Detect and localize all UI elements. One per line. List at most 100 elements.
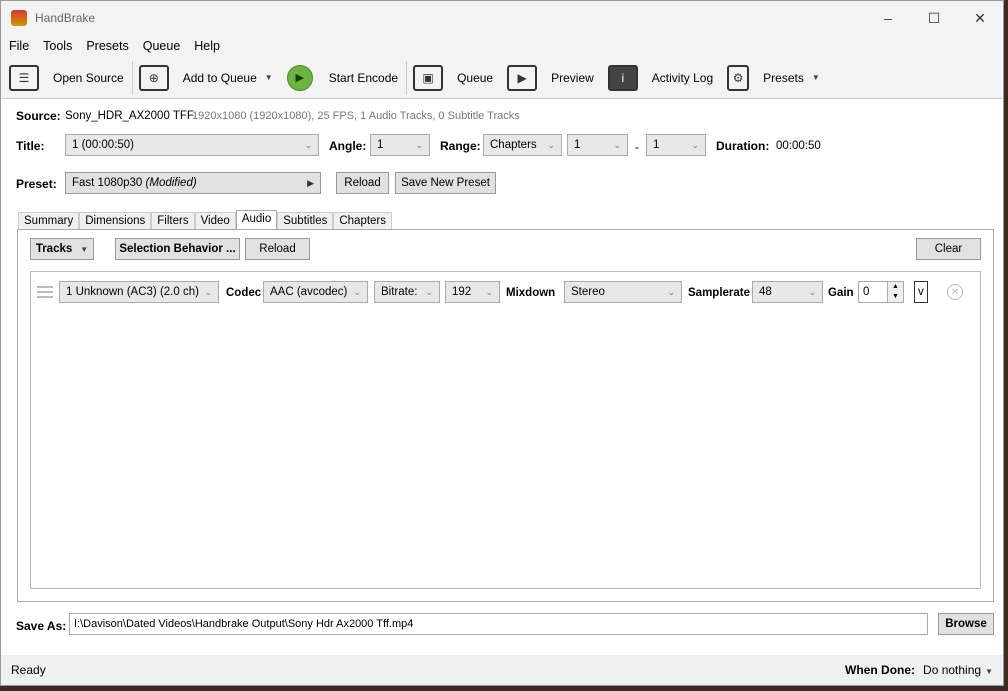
- toolbar: ☰ Open Source ⊕ Add to Queue ▼ ▶ Start Encod…: [1, 57, 1003, 99]
- when-done-select[interactable]: Do nothing ▼: [923, 663, 993, 677]
- menu-tools[interactable]: Tools: [43, 39, 72, 53]
- range-type-value: Chapters: [490, 139, 537, 151]
- open-source-label: Open Source: [53, 70, 124, 85]
- samplerate-label: Samplerate: [688, 287, 751, 299]
- chevron-down-icon: ⌄: [425, 286, 433, 297]
- when-done-label: When Done:: [845, 663, 916, 677]
- tab-chapters[interactable]: Chapters: [333, 212, 393, 230]
- toolbar-divider: [406, 60, 408, 95]
- angle-label: Angle:: [329, 139, 367, 153]
- preset-value: Fast 1080p30: [72, 177, 143, 189]
- start-encode-label: Start Encode: [328, 70, 399, 85]
- chevron-down-icon: ⌄: [353, 286, 361, 297]
- selection-behavior-button[interactable]: Selection Behavior ...: [115, 238, 240, 260]
- angle-select[interactable]: 1 ⌄: [370, 134, 430, 156]
- range-start-select[interactable]: 1 ⌄: [567, 134, 628, 156]
- title-select[interactable]: 1 (00:00:50) ⌄: [65, 134, 319, 156]
- menu-presets[interactable]: Presets: [86, 39, 128, 53]
- tracks-button[interactable]: Tracks ▼: [30, 238, 94, 260]
- gain-stepper[interactable]: 0 ▲ ▼: [858, 281, 904, 303]
- preset-modified: (Modified): [145, 177, 197, 189]
- presets-button[interactable]: ⚙ Presets ▼: [727, 64, 820, 91]
- status-text: Ready: [11, 663, 46, 677]
- preset-select[interactable]: Fast 1080p30 (Modified) ▶: [65, 172, 321, 194]
- remove-track-icon[interactable]: ✕: [947, 284, 963, 300]
- clapperboard-icon: ☰: [9, 64, 39, 91]
- audio-panel: Tracks ▼ Selection Behavior ... Reload Cl…: [17, 229, 994, 602]
- queue-button[interactable]: ▣ Queue: [413, 64, 494, 91]
- chevron-down-icon: ⌄: [485, 286, 493, 297]
- tab-video[interactable]: Video: [194, 212, 236, 230]
- add-to-queue-button[interactable]: ⊕ Add to Queue ▼: [138, 64, 273, 91]
- duration-value: 00:00:50: [776, 140, 821, 152]
- queue-icon: ▣: [413, 64, 444, 91]
- title-value: 1 (00:00:50): [72, 139, 135, 151]
- range-end-select[interactable]: 1 ⌄: [646, 134, 706, 156]
- chevron-down-icon: ⌄: [691, 139, 699, 150]
- preview-button[interactable]: ▶ Preview: [507, 64, 594, 91]
- range-label: Range:: [440, 139, 481, 153]
- add-to-queue-label: Add to Queue: [182, 70, 257, 85]
- browse-button[interactable]: Browse: [938, 613, 994, 635]
- samplerate-select[interactable]: 48 ⌄: [752, 281, 823, 303]
- duration-label: Duration:: [716, 139, 770, 153]
- tab-filters[interactable]: Filters: [151, 212, 195, 230]
- close-icon[interactable]: ✕: [957, 1, 1003, 35]
- source-info: 1920x1080 (1920x1080), 25 FPS, 1 Audio T…: [192, 110, 520, 122]
- chevron-down-icon: ⌄: [204, 286, 212, 297]
- film-icon: ▶: [507, 64, 538, 91]
- chevron-down-icon: ⌄: [667, 286, 675, 297]
- tab-summary[interactable]: Summary: [18, 212, 80, 230]
- source-name: Sony_HDR_AX2000 TFF: [65, 110, 194, 122]
- maximize-icon[interactable]: ☐: [911, 1, 957, 35]
- preset-label: Preset:: [16, 177, 57, 191]
- when-done-value: Do nothing: [923, 663, 982, 677]
- start-encode-button[interactable]: ▶ Start Encode: [286, 64, 399, 91]
- tab-dimensions[interactable]: Dimensions: [79, 212, 152, 230]
- presets-label: Presets: [763, 70, 804, 85]
- chevron-right-icon: ▶: [307, 177, 314, 188]
- menu-file[interactable]: File: [9, 39, 29, 53]
- drc-field[interactable]: v: [914, 281, 928, 303]
- codec-select[interactable]: AAC (avcodec) ⌄: [263, 281, 368, 303]
- preset-reload-button[interactable]: Reload: [336, 172, 389, 194]
- chevron-down-icon: ▼: [811, 73, 820, 82]
- open-source-button[interactable]: ☰ Open Source: [9, 64, 124, 91]
- bitrate-mode-select[interactable]: Bitrate: ⌄: [374, 281, 440, 303]
- range-end-value: 1: [653, 139, 660, 151]
- drag-handle-icon[interactable]: [37, 286, 53, 298]
- chevron-down-icon: ⌄: [547, 139, 555, 150]
- chevron-down-icon: ⌄: [613, 139, 621, 150]
- bitrate-select[interactable]: 192 ⌄: [445, 281, 500, 303]
- tab-subtitles[interactable]: Subtitles: [277, 212, 334, 230]
- audio-reload-button[interactable]: Reload: [245, 238, 310, 260]
- tracks-label: Tracks: [35, 243, 73, 255]
- toolbar-divider: [131, 60, 133, 95]
- gain-value: 0: [863, 286, 870, 298]
- chevron-down-icon: ⌄: [415, 139, 423, 150]
- tab-bar: Summary Dimensions Filters Video Audio S…: [18, 210, 393, 230]
- range-type-select[interactable]: Chapters ⌄: [483, 134, 562, 156]
- menu-help[interactable]: Help: [194, 39, 220, 53]
- chevron-down-icon: ▼: [985, 667, 993, 676]
- audio-source-select[interactable]: 1 Unknown (AC3) (2.0 ch) ⌄: [59, 281, 219, 303]
- save-as-path-input[interactable]: I:\Davison\Dated Videos\Handbrake Output…: [69, 613, 928, 635]
- chevron-down-icon[interactable]: ▼: [265, 73, 273, 82]
- mixdown-select[interactable]: Stereo ⌄: [564, 281, 682, 303]
- menu-queue[interactable]: Queue: [143, 39, 181, 53]
- activity-log-button[interactable]: i Activity Log: [607, 64, 713, 91]
- log-icon: i: [607, 64, 638, 91]
- save-new-preset-button[interactable]: Save New Preset: [395, 172, 496, 194]
- preview-label: Preview: [551, 70, 594, 85]
- queue-label: Queue: [457, 70, 494, 85]
- play-icon: ▶: [286, 64, 313, 91]
- audio-track-list: 1 Unknown (AC3) (2.0 ch) ⌄ Codec AAC (avc…: [30, 271, 981, 589]
- stepper-arrows-icon[interactable]: ▲ ▼: [887, 282, 903, 302]
- tab-audio[interactable]: Audio: [235, 210, 278, 230]
- codec-label: Codec: [226, 287, 262, 299]
- status-bar: Ready When Done: Do nothing ▼: [1, 655, 1003, 685]
- clear-button[interactable]: Clear: [916, 238, 981, 260]
- window-title: HandBrake: [35, 11, 96, 25]
- bitrate-mode-value: Bitrate:: [381, 286, 418, 298]
- minimize-icon[interactable]: –: [865, 1, 911, 35]
